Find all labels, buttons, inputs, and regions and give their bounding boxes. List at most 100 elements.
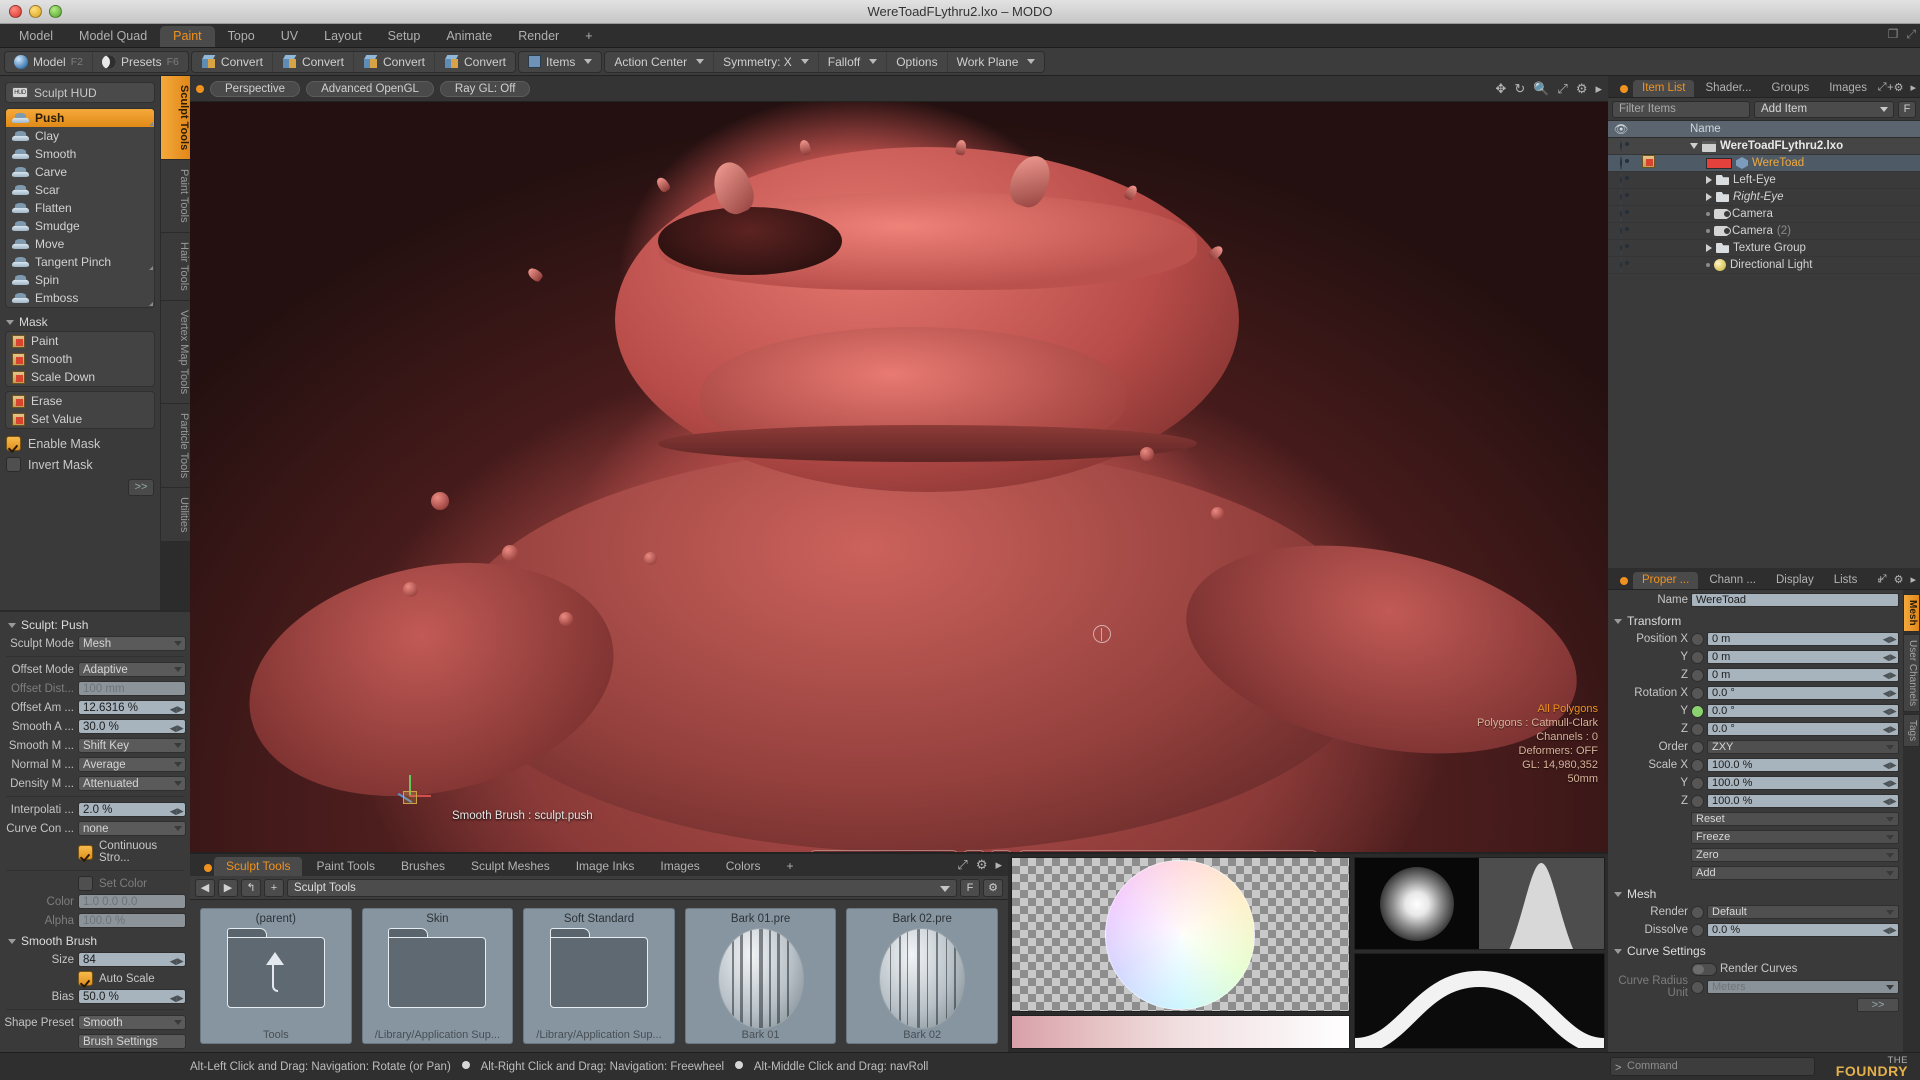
value-field[interactable]: 0.0 ° ◀▶ (1707, 686, 1899, 700)
nav-forward-button[interactable]: ▶ (218, 878, 238, 897)
material-swatch[interactable] (1706, 157, 1732, 169)
prop-density-mode[interactable]: Density M ... Attenuated (0, 775, 186, 792)
brush-settings-button[interactable]: Brush Settings (78, 1034, 186, 1049)
prop-smooth-modifier[interactable]: Smooth M ... Shift Key (0, 737, 186, 754)
prop-value[interactable]: none (78, 821, 186, 836)
chevron-right-icon[interactable]: ▸ (1910, 573, 1916, 586)
tab-lists[interactable]: Lists (1825, 572, 1867, 589)
tab-properties[interactable]: Proper ... (1633, 572, 1699, 589)
visibility-icon[interactable] (1620, 173, 1622, 187)
property-position-y[interactable]: Y 0 m ◀▶ (1608, 649, 1903, 665)
preset-path-dropdown[interactable]: Sculpt Tools (287, 878, 957, 897)
toolbar-button-convert-2[interactable]: Convert (273, 51, 354, 72)
property-rotation-order[interactable]: Order ZXY (1608, 739, 1903, 755)
pvtab-mesh[interactable]: Mesh (1903, 594, 1920, 632)
value-field[interactable]: 0.0 ° ◀▶ (1707, 722, 1899, 736)
layout-tab-model[interactable]: Model (6, 26, 66, 47)
prop-bias[interactable]: Bias 50.0 % ◀▶ (0, 988, 186, 1005)
prop-value[interactable]: Adaptive (78, 662, 186, 677)
prop-value[interactable]: Average (78, 757, 186, 772)
properties-more-row[interactable]: >> (1608, 997, 1903, 1013)
mask-tool-erase[interactable]: Erase (6, 392, 154, 410)
properties-more-button[interactable]: >> (1857, 998, 1899, 1012)
sculpt-tool-move[interactable]: Move (6, 235, 154, 253)
prop-offset-mode[interactable]: Offset Mode Adaptive (0, 661, 186, 678)
sculpt-tool-clay[interactable]: Clay (6, 127, 154, 145)
prop-value[interactable]: Attenuated (78, 776, 186, 791)
color-picker-preview[interactable] (1011, 857, 1350, 1012)
chevron-right-icon[interactable]: ▸ (1910, 81, 1916, 94)
mesh-section-header[interactable]: Mesh (1608, 883, 1903, 904)
channel-knob[interactable] (1691, 650, 1704, 664)
viewport-raygl-button[interactable]: Ray GL: Off (439, 80, 531, 97)
visibility-icon[interactable] (1620, 258, 1622, 272)
preset-tab-brushes[interactable]: Brushes (389, 857, 457, 876)
invert-mask-row[interactable]: Invert Mask (0, 454, 160, 475)
value-field[interactable]: 0 m ◀▶ (1707, 632, 1899, 646)
layout-tab-layout[interactable]: Layout (311, 26, 375, 47)
add-item-dropdown[interactable]: Add Item (1754, 100, 1894, 118)
expander-icon[interactable] (1706, 244, 1712, 252)
render-curves-toggle[interactable] (1691, 962, 1717, 976)
layout-tab-add[interactable]: + (572, 26, 605, 47)
value-field[interactable]: 0 m ◀▶ (1707, 668, 1899, 682)
preset-tab-paint-tools[interactable]: Paint Tools (304, 857, 386, 876)
expander-icon[interactable] (1690, 143, 1698, 149)
brush-shape-curve-preview[interactable] (1353, 953, 1605, 1049)
property-position-x[interactable]: Position X 0 m ◀▶ (1608, 631, 1903, 647)
sculpt-hud-button[interactable]: HUD Sculpt HUD (5, 82, 155, 103)
sculpt-tool-spin[interactable]: Spin (6, 271, 154, 289)
visibility-icon[interactable] (1620, 156, 1622, 170)
table-row[interactable]: Left-Eye (1608, 172, 1920, 189)
panel-menu-icon[interactable] (1620, 577, 1628, 585)
set-color-checkbox[interactable] (78, 876, 93, 891)
enable-mask-checkbox[interactable] (6, 436, 21, 451)
property-scale-z[interactable]: Z 100.0 % ◀▶ (1608, 793, 1903, 809)
tool-properties-header[interactable]: Sculpt: Push (0, 615, 190, 635)
prop-value[interactable]: Smooth (78, 1015, 186, 1030)
vtab-sculpt-tools[interactable]: Sculpt Tools (160, 76, 190, 161)
visibility-icon[interactable] (1620, 207, 1622, 221)
property-rotation-z[interactable]: Z 0.0 ° ◀▶ (1608, 721, 1903, 737)
value-dropdown[interactable]: Zero (1691, 848, 1899, 862)
channel-knob[interactable] (1691, 905, 1704, 919)
layout-tab-paint[interactable]: Paint (160, 26, 215, 47)
prop-value[interactable]: 2.0 % ◀▶ (78, 802, 186, 817)
color-wheel[interactable] (1105, 859, 1256, 1010)
property-name[interactable]: Name WereToad (1608, 592, 1903, 608)
prop-curve-constraint[interactable]: Curve Con ... none (0, 820, 186, 837)
visibility-icon[interactable] (1620, 241, 1622, 255)
channel-knob[interactable] (1691, 704, 1704, 718)
value-dropdown[interactable]: Add (1691, 866, 1899, 880)
toolbar-button-falloff[interactable]: Falloff (819, 51, 888, 72)
property-dissolve[interactable]: Dissolve 0.0 % ◀▶ (1608, 922, 1903, 938)
continuous-stroke-row[interactable]: Continuous Stro... (0, 839, 190, 866)
preset-card-bark-01[interactable]: Bark 01.pre Bark 01 (684, 908, 837, 1044)
preset-card-soft-standard[interactable]: Soft Standard /Library/Application Sup..… (523, 908, 675, 1044)
sculpt-tool-push[interactable]: Push (6, 109, 154, 127)
tab-shader[interactable]: Shader... (1696, 80, 1760, 97)
value-field[interactable]: 100.0 % ◀▶ (1707, 758, 1899, 772)
value-dropdown[interactable]: Reset (1691, 812, 1899, 826)
channel-knob[interactable] (1691, 740, 1704, 754)
value-dropdown[interactable]: Freeze (1691, 830, 1899, 844)
layout-tab-model-quad[interactable]: Model Quad (66, 26, 160, 47)
enable-mask-row[interactable]: Enable Mask (0, 433, 160, 454)
preset-menu-icon[interactable] (204, 864, 212, 872)
transform-section-header[interactable]: Transform (1608, 610, 1903, 631)
hud-multires-increase-button[interactable] (990, 850, 1012, 852)
vtab-particle-tools[interactable]: Particle Tools (160, 403, 190, 488)
prop-normal-method[interactable]: Normal M ... Average (0, 756, 186, 773)
preset-card-bark-02[interactable]: Bark 02.pre Bark 02 (846, 908, 998, 1044)
gear-icon[interactable]: ⚙ (1576, 81, 1588, 97)
move-viewport-icon[interactable]: ✥ (1495, 81, 1506, 97)
value-field[interactable]: 0.0 ° ◀▶ (1707, 704, 1899, 718)
table-row[interactable]: Texture Group (1608, 240, 1920, 257)
property-scale-y[interactable]: Y 100.0 % ◀▶ (1608, 775, 1903, 791)
item-list-f-button[interactable]: F (1898, 100, 1916, 118)
preset-f-button[interactable]: F (960, 878, 980, 897)
hud-multires-decrease-button[interactable] (963, 850, 985, 852)
channel-knob[interactable] (1691, 758, 1704, 772)
channel-knob[interactable] (1691, 794, 1704, 808)
maximize-viewport-icon[interactable]: ⤢ (1557, 81, 1567, 97)
